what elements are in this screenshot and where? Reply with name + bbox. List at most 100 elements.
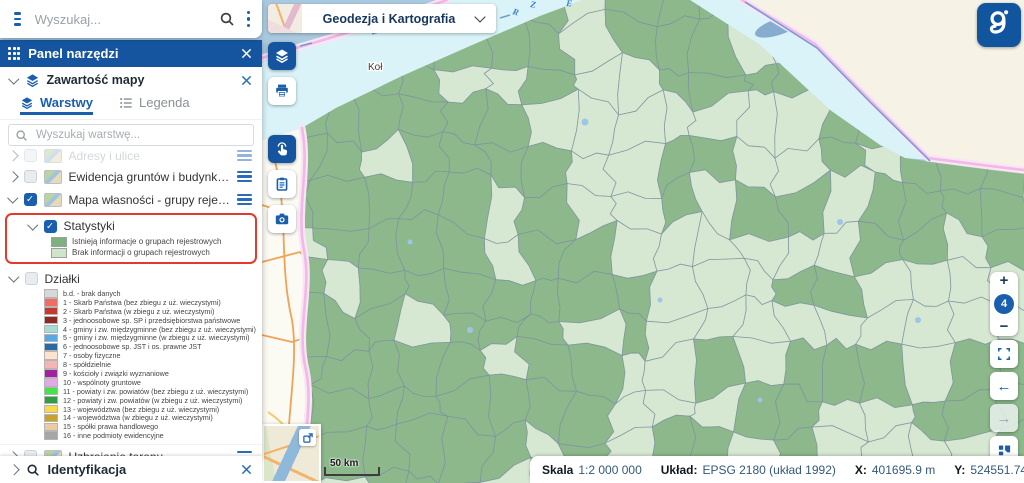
tab-legenda-label: Legenda [139, 95, 190, 110]
search-icon[interactable] [219, 11, 235, 27]
geoportal-logo[interactable] [977, 3, 1021, 47]
scale-readout: Skala1:2 000 000 [542, 463, 642, 477]
statystyki-row[interactable]: Statystyki [7, 216, 255, 236]
map-content-title: Zawartość mapy [47, 73, 235, 87]
drag-handle[interactable] [237, 194, 252, 205]
geoportal-app: KołRZE 50 km Panel narzędzi [0, 0, 1024, 483]
legend-row: 11 - powiaty i zw. powiatów (bez zbiegu … [0, 387, 262, 396]
menu-icon[interactable] [14, 12, 21, 25]
layer-checkbox[interactable] [24, 149, 37, 162]
legend-label: 10 - wspólnoty gruntowe [63, 378, 141, 387]
camera-icon [274, 211, 290, 227]
legend-swatch [44, 396, 58, 405]
top-search-bar [0, 0, 262, 38]
panel-close-icon[interactable] [241, 48, 252, 59]
legend-swatch [51, 248, 67, 258]
forward-button[interactable]: → [990, 404, 1018, 432]
search-input[interactable] [33, 11, 213, 28]
legend-row: 2 - Skarb Państwa (w zbiegu z uż. wieczy… [0, 307, 262, 316]
expand-icon [302, 432, 314, 444]
svg-text:E: E [565, 0, 573, 8]
dzialki-row[interactable]: Działki [0, 268, 262, 289]
back-button[interactable]: ← [990, 372, 1018, 400]
chevron-down-icon[interactable] [8, 272, 19, 283]
layer-row-mapa-wlasnosci[interactable]: Mapa własności - grupy rejestrowe [0, 188, 262, 211]
legend-label: 11 - powiaty i zw. powiatów (bez zbiegu … [63, 387, 248, 396]
zoom-control: + 4 − [990, 272, 1018, 336]
legend-swatch [44, 325, 58, 334]
identyfikacja-bar[interactable]: Identyfikacja [0, 456, 262, 483]
legend-label: 5 - gminy i zw. międzygminne (w zbiegu z… [63, 333, 250, 342]
legend-row: 8 - spółdzielnie [0, 360, 262, 369]
screenshot-tool-button[interactable] [268, 205, 296, 233]
legend-swatch [44, 351, 58, 360]
layer-row-uzbrojenie[interactable]: Uzbrojenie terenu [0, 444, 262, 456]
zoom-in-button[interactable]: + [1000, 275, 1009, 287]
layers-icon [274, 48, 290, 64]
y-coordinate-readout: Y:524551.74 m [954, 463, 1024, 477]
legend-swatch [44, 343, 58, 352]
legend-label: Brak informacji o grupach rejestrowych [72, 248, 210, 257]
layer-label: Adresy i ulice [69, 149, 231, 163]
map-content-header: Zawartość mapy [0, 67, 262, 93]
drag-handle[interactable] [237, 150, 252, 161]
layer-row-adresy[interactable]: Adresy i ulice [0, 149, 262, 165]
fullscreen-button[interactable] [990, 340, 1018, 368]
tools-panel: Panel narzędzi Zawartość mapy [0, 40, 262, 456]
legend-swatch [44, 334, 58, 343]
tab-warstwy[interactable]: Warstwy [20, 93, 93, 115]
apps-grid-icon[interactable] [8, 47, 20, 59]
legend-label: 2 - Skarb Państwa (w zbiegu z uż. wieczy… [63, 307, 214, 316]
statystyki-highlight-box: Statystyki Istnieją informacje o grupach… [5, 213, 257, 264]
legend-row: 13 - województwa (bez zbiegu z uż. wiecz… [0, 405, 262, 414]
overview-map-inset[interactable] [262, 424, 321, 483]
chevron-down-icon[interactable] [7, 193, 18, 204]
statystyki-checkbox[interactable] [44, 220, 57, 233]
layer-search-input[interactable] [34, 128, 247, 142]
chevron-down-icon[interactable] [27, 219, 38, 230]
layers-tool-button[interactable] [268, 42, 296, 70]
identyfikacja-close-icon[interactable] [241, 464, 252, 475]
inset-expand-button[interactable] [299, 429, 316, 446]
layer-checkbox[interactable] [24, 193, 37, 206]
fullscreen-icon [997, 347, 1011, 361]
chevron-right-icon[interactable] [7, 171, 18, 182]
chevron-down-icon[interactable] [8, 73, 19, 84]
map-content-close-icon[interactable] [241, 75, 252, 86]
legend-label: Istnieją informacje o grupach rejestrowy… [72, 237, 221, 246]
legend-row: 10 - wspólnoty gruntowe [0, 378, 262, 387]
legend-row: 6 - jednoosobowe sp. JST i os. prawne JS… [0, 342, 262, 351]
tab-legenda[interactable]: Legenda [119, 93, 190, 110]
legend-swatch [51, 237, 67, 247]
zoom-out-button[interactable]: − [1000, 321, 1009, 333]
geoportal-g-icon [984, 8, 1014, 42]
statystyki-label: Statystyki [64, 219, 246, 233]
legend-label: 9 - kościoły i związki wyznaniowe [63, 369, 169, 378]
print-tool-button[interactable] [268, 77, 296, 105]
chevron-right-icon[interactable] [7, 150, 18, 161]
legend-row: Istnieją informacje o grupach rejestrowy… [7, 236, 255, 247]
chevron-right-icon[interactable] [8, 464, 19, 475]
identify-tool-button[interactable] [268, 135, 296, 163]
layer-label: Mapa własności - grupy rejestrowe [69, 193, 231, 207]
legend-swatch [44, 431, 58, 440]
legend-label: 4 - gminy i zw. międzygminne (bez zbiegu… [63, 325, 256, 334]
layer-label: Ewidencja gruntów i budynków [69, 170, 231, 184]
legend-swatch [44, 378, 58, 387]
arrow-right-icon: → [997, 411, 1012, 426]
dzialki-checkbox[interactable] [25, 272, 38, 285]
layer-thumbnail-icon [44, 149, 62, 163]
composition-thumbnail [268, 4, 302, 33]
layer-thumbnail-icon [44, 193, 62, 207]
more-options-icon[interactable] [247, 11, 250, 27]
layer-row-ewidencja[interactable]: Ewidencja gruntów i budynków [0, 165, 262, 188]
layer-checkbox[interactable] [24, 170, 37, 183]
x-coordinate-readout: X:401695.9 m [855, 463, 935, 477]
legend-row: 14 - województwa (w zbiegu z uż. wieczys… [0, 413, 262, 422]
composition-selector[interactable]: Geodezja i Kartografia [268, 4, 496, 33]
legend-label: 14 - województwa (w zbiegu z uż. wieczys… [63, 413, 213, 422]
status-bar: Skala1:2 000 000 Układ:EPSG 2180 (układ … [530, 456, 1024, 483]
composition-label: Geodezja i Kartografia [302, 12, 476, 26]
clipboard-tool-button[interactable] [268, 170, 296, 198]
drag-handle[interactable] [237, 171, 252, 182]
